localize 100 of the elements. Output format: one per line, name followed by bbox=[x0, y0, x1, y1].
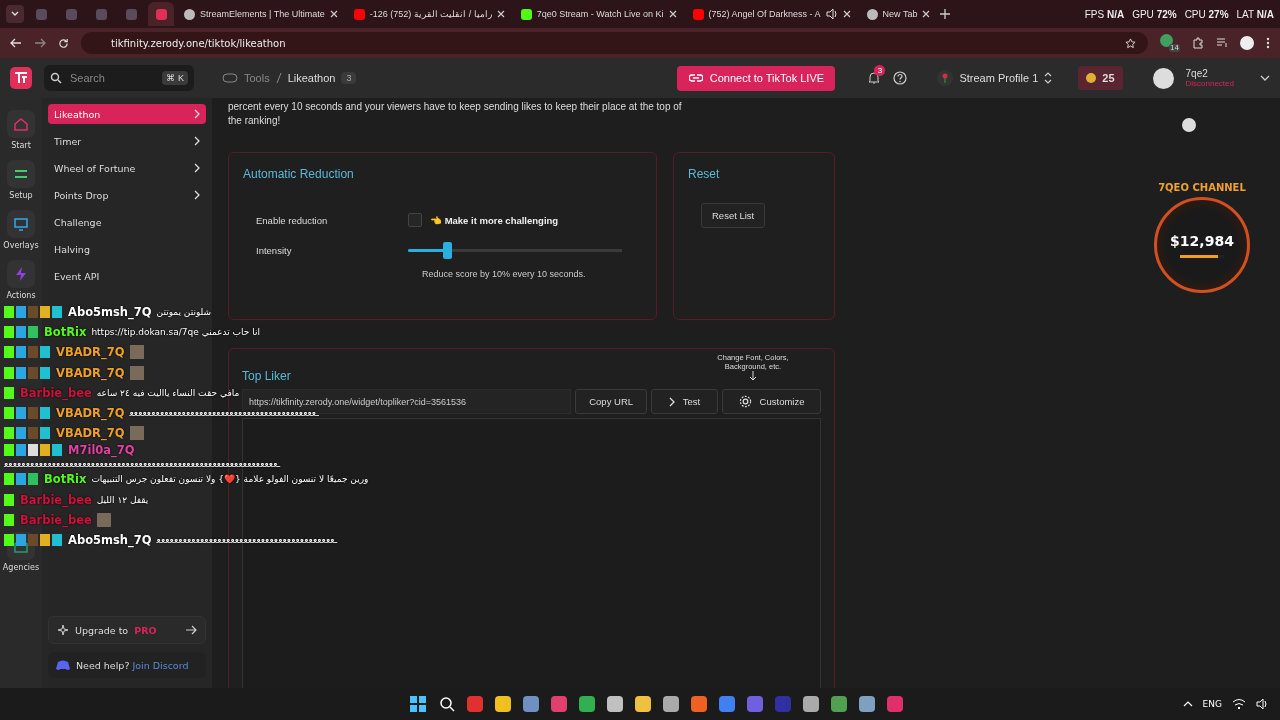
submenu-item[interactable]: Wheel of Fortune bbox=[48, 158, 206, 178]
chat-badge-icon bbox=[28, 346, 38, 359]
bell-icon[interactable] bbox=[867, 71, 882, 85]
taskbar-app-icon[interactable] bbox=[719, 696, 736, 712]
close-icon[interactable] bbox=[842, 10, 851, 18]
widget-action-button[interactable]: Customize bbox=[722, 389, 821, 414]
chat-badge-icon bbox=[40, 407, 50, 420]
nav-rail-label[interactable]: Setup bbox=[9, 191, 33, 200]
chevron-down-icon[interactable] bbox=[6, 5, 24, 23]
submenu-item[interactable]: Likeathon bbox=[48, 104, 206, 124]
home-icon[interactable] bbox=[13, 116, 29, 132]
description-text: percent every 10 seconds and your viewers have to keep sending likes to keep their place at the top of the ranking! bbox=[228, 100, 683, 128]
widget-action-button[interactable]: Test bbox=[650, 389, 719, 414]
browser-tab[interactable]: -126 (752) راميا / انقليت القرية bbox=[347, 2, 511, 26]
submenu-item[interactable]: Points Drop bbox=[48, 185, 206, 205]
taskbar-app-icon[interactable] bbox=[579, 696, 596, 712]
pinned-tab[interactable] bbox=[148, 2, 174, 26]
star-icon[interactable] bbox=[1125, 37, 1136, 49]
taskbar-app-icon[interactable] bbox=[663, 696, 680, 712]
close-icon[interactable] bbox=[922, 10, 931, 18]
search-field[interactable]: Search ⌘ K bbox=[44, 65, 194, 91]
taskbar-app-icon[interactable] bbox=[831, 696, 848, 712]
avatar-icon[interactable] bbox=[1240, 36, 1254, 50]
search-icon[interactable] bbox=[439, 696, 456, 712]
address-bar[interactable]: tikfinity.zerody.one/tiktok/likeathon bbox=[81, 32, 1148, 54]
nav-rail-label[interactable]: Start bbox=[11, 141, 31, 150]
goal-title: 7QEO CHANNEL bbox=[1158, 182, 1246, 193]
windows-logo-icon[interactable] bbox=[409, 695, 428, 713]
chat-badge-icon bbox=[16, 473, 26, 486]
chat-badge-icon bbox=[52, 533, 62, 546]
forward-icon[interactable] bbox=[34, 38, 46, 48]
search-input[interactable]: Search bbox=[68, 71, 157, 85]
submenu-item[interactable]: Event API bbox=[48, 266, 206, 286]
submenu-item[interactable]: Halving bbox=[48, 239, 206, 259]
chat-badge-icon bbox=[4, 306, 14, 319]
submenu-item[interactable]: Challenge bbox=[48, 212, 206, 232]
performance-stat: LAT N/A bbox=[1236, 8, 1274, 20]
puzzle-icon[interactable] bbox=[1192, 37, 1204, 49]
checkbox[interactable] bbox=[408, 213, 422, 227]
monitor-icon[interactable] bbox=[13, 216, 29, 232]
close-icon[interactable] bbox=[496, 10, 505, 18]
taskbar-app-icon[interactable] bbox=[551, 696, 568, 712]
arrow-right-icon bbox=[185, 625, 197, 635]
browser-tab[interactable]: StreamElements | The Ultimate bbox=[178, 2, 344, 26]
browser-tab[interactable]: (752) Angel Of Darkness - A bbox=[686, 2, 857, 26]
taskbar-app-icon[interactable] bbox=[635, 696, 652, 712]
nav-rail-label[interactable]: Agencies bbox=[2, 563, 40, 572]
speaker-icon[interactable] bbox=[1256, 698, 1270, 710]
close-icon[interactable] bbox=[329, 10, 338, 18]
reset-list-button[interactable]: Reset List bbox=[701, 203, 766, 228]
rose-icon bbox=[937, 70, 954, 86]
taskbar-app-icon[interactable] bbox=[523, 696, 540, 712]
submenu-item[interactable]: Timer bbox=[48, 131, 206, 151]
chat-badge-icon bbox=[4, 326, 14, 339]
chevron-down-icon[interactable] bbox=[1260, 75, 1270, 81]
avatar-icon[interactable] bbox=[1152, 67, 1174, 89]
lightning-icon[interactable] bbox=[13, 266, 29, 282]
wifi-icon[interactable] bbox=[1232, 698, 1246, 710]
nav-rail-label[interactable]: Overlays bbox=[3, 241, 39, 250]
taskbar-app-icon[interactable] bbox=[691, 696, 708, 712]
logo-icon[interactable] bbox=[10, 67, 32, 89]
taskbar-app-icon[interactable] bbox=[803, 696, 820, 712]
discord-link[interactable]: Join Discord bbox=[132, 659, 189, 671]
taskbar-app-icon[interactable] bbox=[607, 696, 624, 712]
breadcrumb-link[interactable]: Likeathon bbox=[287, 72, 336, 84]
chevron-up-icon[interactable] bbox=[1182, 701, 1193, 707]
help-icon[interactable] bbox=[893, 71, 908, 85]
browser-tab[interactable]: 7qe0 Stream - Watch Live on Ki bbox=[514, 2, 683, 26]
more-icon[interactable] bbox=[1266, 37, 1270, 49]
plus-icon[interactable] bbox=[940, 9, 951, 19]
profile-selector[interactable]: Stream Profile 1 bbox=[937, 70, 1053, 86]
taskbar-app-icon[interactable] bbox=[859, 696, 876, 712]
discord-icon bbox=[56, 660, 70, 670]
connection-status: Disconnected bbox=[1185, 79, 1234, 88]
search-icon bbox=[50, 72, 62, 84]
back-icon[interactable] bbox=[10, 38, 22, 48]
nav-rail-label[interactable]: Actions bbox=[6, 291, 36, 300]
upgrade-button[interactable]: Upgrade to PRO bbox=[48, 616, 206, 644]
breadcrumb-link[interactable]: Tools bbox=[244, 72, 270, 84]
connect-button[interactable]: Connect to TikTok LIVE bbox=[677, 65, 836, 91]
playlist-icon[interactable] bbox=[1216, 38, 1228, 48]
chat-badge-icon bbox=[16, 444, 26, 457]
taskbar-app-icon[interactable] bbox=[495, 696, 512, 712]
chat-badge-icon bbox=[16, 306, 26, 319]
chat-badge-icon bbox=[40, 346, 50, 359]
up-down-chevron-icon bbox=[1044, 72, 1053, 84]
reload-icon[interactable] bbox=[58, 37, 69, 49]
card-title: Automatic Reduction bbox=[243, 167, 355, 181]
coin-balance[interactable]: 25 bbox=[1078, 66, 1123, 90]
widget-action-button[interactable]: Copy URL bbox=[575, 389, 647, 414]
input-language[interactable]: ENG bbox=[1202, 699, 1222, 709]
browser-tab[interactable]: New Tab bbox=[860, 2, 937, 26]
goal-ring: $12,984 bbox=[1154, 197, 1250, 293]
sparkle-icon bbox=[57, 624, 69, 636]
close-icon[interactable] bbox=[668, 10, 677, 18]
chat-badge-icon bbox=[16, 346, 26, 359]
chat-badge-icon bbox=[52, 306, 62, 319]
performance-stat: CPU 27% bbox=[1184, 8, 1229, 20]
performance-stat: FPS N/A bbox=[1084, 8, 1125, 20]
chat-badge-icon bbox=[4, 513, 14, 526]
